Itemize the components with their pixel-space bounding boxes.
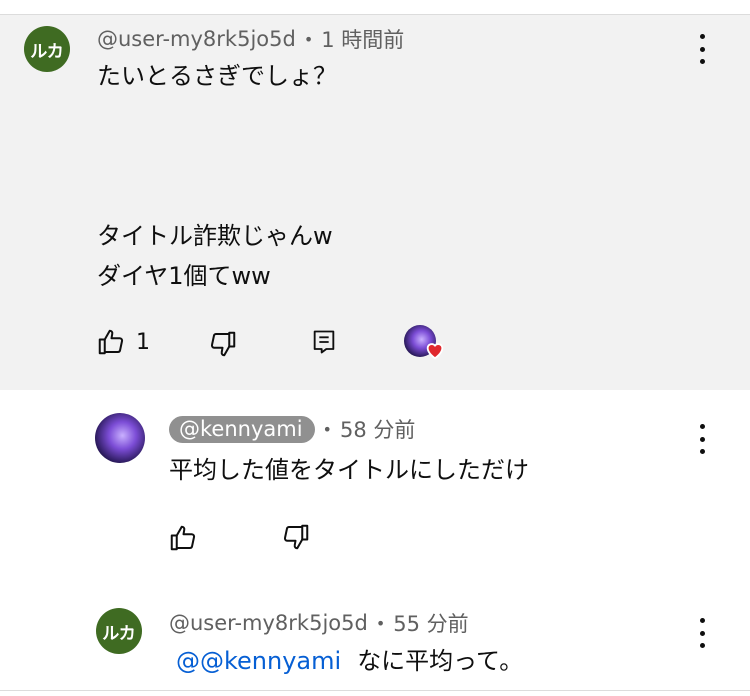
comment-text-line: ダイヤ1個てww — [97, 262, 271, 290]
more-options-icon[interactable] — [692, 618, 712, 648]
comment-text-line: @@kennyami なに平均って。 — [176, 641, 523, 681]
creator-heart — [404, 325, 448, 361]
separator-dot: • — [375, 613, 386, 633]
bottom-divider — [0, 690, 750, 691]
avatar-text: ルカ — [102, 623, 136, 644]
avatar[interactable]: ルカ — [24, 26, 70, 72]
thumbs-down-icon — [283, 524, 309, 550]
separator-dot: • — [322, 419, 332, 439]
comment-text: なに平均って。 — [357, 647, 524, 675]
timestamp[interactable]: 1 時間前 — [321, 24, 404, 54]
like-button[interactable]: 1 — [96, 327, 150, 357]
comment-text-line: 平均した値をタイトルにしただけ — [169, 456, 529, 484]
creator-handle-badge[interactable]: @kennyami — [169, 415, 315, 443]
dislike-button[interactable] — [281, 522, 311, 552]
reply-comment-icon — [313, 330, 335, 354]
timestamp[interactable]: 58 分前 — [340, 414, 415, 444]
avatar[interactable]: ルカ — [96, 608, 142, 654]
comment-meta: @kennyami • 58 分前 — [169, 414, 415, 444]
author-handle[interactable]: @user-my8rk5jo5d — [169, 611, 368, 635]
separator-dot: • — [303, 29, 314, 49]
comment-text-line: タイトル詐欺じゃんw — [97, 222, 333, 250]
avatar[interactable] — [95, 413, 145, 463]
avatar-text: ルカ — [30, 41, 64, 62]
thumbs-up-icon — [98, 329, 124, 355]
heart-icon — [426, 343, 444, 360]
timestamp[interactable]: 55 分前 — [393, 608, 468, 638]
mention-link[interactable]: @@kennyami — [176, 647, 341, 675]
like-button[interactable] — [168, 523, 198, 553]
comment-meta: @user-my8rk5jo5d • 55 分前 — [169, 608, 469, 638]
thumbs-up-icon — [170, 525, 196, 551]
like-count: 1 — [136, 329, 150, 355]
more-options-icon[interactable] — [692, 424, 712, 454]
comment-text-line: たいとるさぎでしょ？ — [97, 62, 337, 90]
thumbs-down-icon — [210, 331, 236, 357]
author-handle[interactable]: @user-my8rk5jo5d — [97, 27, 296, 51]
reply-button[interactable] — [310, 328, 338, 356]
more-options-icon[interactable] — [692, 34, 712, 64]
comment-meta: @user-my8rk5jo5d • 1 時間前 — [97, 24, 404, 54]
dislike-button[interactable] — [208, 329, 238, 359]
